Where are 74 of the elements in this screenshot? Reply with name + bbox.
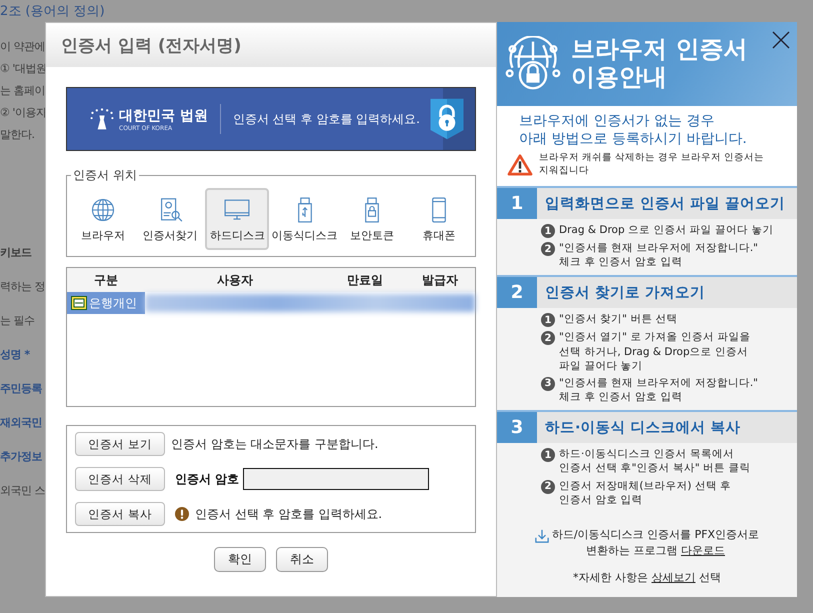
location-option[interactable]: 휴대폰 — [406, 188, 471, 250]
warning-icon — [507, 154, 533, 176]
banner-message: 인증서 선택 후 암호를 입력하세요. — [232, 110, 421, 128]
copy-certificate-button[interactable]: 인증서 복사 — [75, 502, 165, 526]
form-label: 주민등록 — [0, 381, 42, 397]
case-notice: 인증서 암호는 대소문자를 구분합니다. — [171, 436, 378, 452]
step-title: 하드·이동식 디스크에서 복사 — [544, 419, 741, 438]
step-bullet: 2 — [541, 242, 555, 256]
step-instruction: "인증서 찾기" 버튼 선택 — [559, 312, 678, 327]
cancel-button[interactable]: 취소 — [276, 547, 328, 572]
guide-intro: 브라우저에 인증서가 없는 경우 아래 방법으로 등록하시기 바랍니다. — [518, 112, 748, 148]
password-field[interactable] — [243, 468, 430, 490]
step-bullet: 1 — [541, 313, 555, 328]
page-text: ② '이용자 — [0, 105, 46, 121]
password-label: 인증서 암호 — [175, 470, 240, 488]
detail-text: *자세한 사항은 상세보기 선택 — [572, 570, 722, 585]
column-header: 사용자 — [216, 272, 254, 288]
confirm-button[interactable]: 확인 — [214, 547, 266, 572]
form-label: 성명 * — [0, 347, 30, 363]
certificate-icon — [71, 296, 87, 310]
close-icon — [772, 31, 790, 49]
detail-link[interactable]: 상세보기 — [652, 570, 696, 584]
download-text: 하드/이동식디스크 인증서를 PFX인증서로 변환하는 프로그램 다운로드 — [552, 526, 760, 560]
location-option[interactable]: 브라우저 — [71, 188, 135, 250]
delete-certificate-button[interactable]: 인증서 삭제 — [75, 467, 165, 491]
guide-title: 브라우저 인증서 — [571, 36, 748, 64]
step-instruction: "인증서를 현재 브라우저에 저장합니다." 체크 후 인증서 암호 입력 — [559, 241, 758, 270]
page-text: 이 약관에 — [0, 39, 45, 55]
step-number: 1 — [497, 188, 537, 219]
column-header: 발급자 — [421, 272, 459, 288]
step-title: 입력화면으로 인증서 파일 끌어오기 — [544, 195, 786, 214]
step-bullet: 2 — [541, 331, 555, 346]
step-bullet: 3 — [541, 376, 555, 391]
location-option[interactable]: 보안토큰 — [340, 188, 404, 250]
page-text: 는 홈페이 — [0, 83, 45, 99]
location-option[interactable]: 이동식디스크 — [272, 188, 337, 250]
column-header: 구분 — [93, 272, 119, 288]
form-label: 는 필수 — [0, 313, 34, 329]
step-bullet: 1 — [541, 448, 555, 462]
form-label: 키보드 — [0, 245, 32, 261]
step-instruction: 하드·이동식디스크 인증서 목록에서 인증서 선택 후"인증서 복사" 버튼 클릭 — [559, 447, 750, 476]
step-instruction: 인증서 저장매체(브라우저) 선택 후 인증서 암호 입력 — [559, 478, 732, 507]
court-name: 대한민국 법원 — [119, 106, 208, 124]
globe-lock-icon — [505, 36, 561, 92]
location-option[interactable]: 하드디스크 — [205, 188, 270, 250]
download-icon — [534, 528, 549, 543]
column-header: 만료일 — [346, 272, 384, 288]
step-instruction: "인증서 열기" 로 가져올 인증서 파일을 선택 하거나, Drag & Drop으로 인증서 파일 끌어다 놓기 — [559, 330, 750, 373]
exclamation-icon — [175, 507, 189, 521]
location-option[interactable]: 인증서찾기 — [138, 188, 202, 250]
scales-emblem-icon — [89, 107, 115, 131]
dialog-title: 인증서 입력 (전자서명) — [61, 34, 242, 56]
form-label: 외국민 스 — [0, 483, 45, 499]
group-legend: 인증서 위치 — [71, 167, 139, 184]
step-bullet: 1 — [541, 224, 555, 238]
table-cell: 은행개인 — [89, 294, 137, 312]
step-bullet: 2 — [541, 480, 555, 494]
step-number: 3 — [497, 412, 537, 444]
form-label: 추가정보 — [0, 449, 42, 465]
section-heading: 2조 (용어의 정의) — [0, 3, 106, 21]
form-label: 재외국민 — [0, 415, 42, 431]
password-hint: 인증서 선택 후 암호를 입력하세요. — [195, 506, 382, 522]
guide-subtitle: 이용안내 — [571, 64, 668, 92]
step-number: 2 — [497, 277, 537, 308]
page-text: 말한다. — [0, 127, 34, 143]
step-instruction: "인증서를 현재 브라우저에 저장합니다." 체크 후 인증서 암호 입력 — [559, 376, 758, 404]
step-title: 인증서 찾기로 가져오기 — [544, 284, 706, 304]
close-button[interactable] — [771, 31, 791, 51]
step-instruction: Drag & Drop 으로 인증서 파일 끌어다 놓기 — [559, 223, 774, 238]
view-certificate-button[interactable]: 인증서 보기 — [75, 432, 165, 456]
form-label: 력하는 정 — [0, 279, 45, 295]
page-text: ① '대법원 — [0, 61, 46, 77]
caution-text: 브라우저 캐쉬를 삭제하는 경우 브라우저 인증서는 지워집니다 — [539, 152, 764, 178]
download-link[interactable]: 다운로드 — [680, 544, 725, 558]
